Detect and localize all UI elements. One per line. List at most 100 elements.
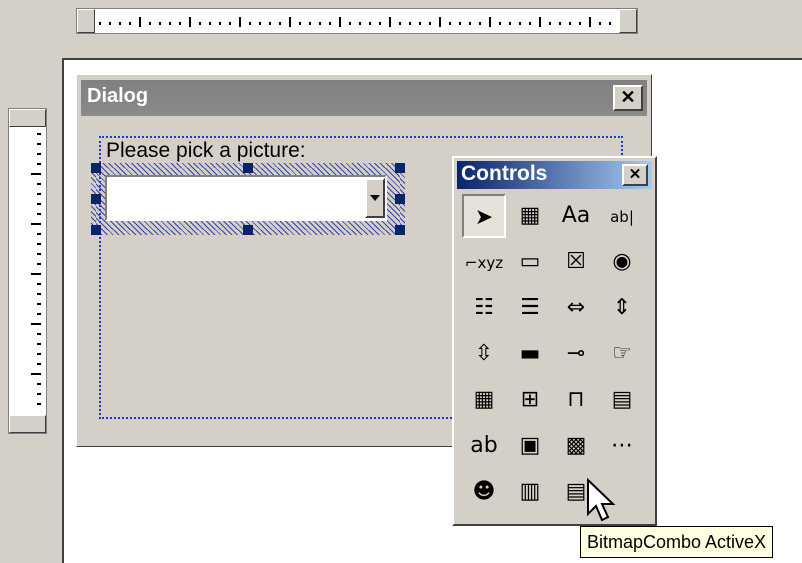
- ruler-tick: [37, 163, 41, 165]
- frame-tool-icon: ⌐xyz: [464, 254, 504, 272]
- mouse-pointer-icon: [587, 478, 616, 522]
- edit-field-tool-icon: ab: [470, 433, 498, 458]
- ruler-tick: [479, 22, 481, 25]
- label-tool-button[interactable]: Aa: [554, 194, 598, 238]
- hyperlink-tool-icon: ☞: [612, 341, 632, 366]
- ruler-tick: [129, 22, 131, 25]
- image-tool-icon: ▦: [519, 203, 541, 228]
- progressbar-tool-button[interactable]: ▬: [508, 332, 552, 376]
- textbox-tool-icon: ab|: [610, 208, 634, 226]
- ruler-tick: [31, 223, 41, 225]
- ruler-tick: [379, 22, 381, 25]
- resize-handle[interactable]: [91, 194, 101, 204]
- grid-tool-button[interactable]: ▩: [554, 424, 598, 468]
- ruler-tick: [37, 313, 41, 315]
- ruler-tick: [37, 403, 41, 405]
- resize-handle[interactable]: [395, 194, 405, 204]
- combobox-tool-button[interactable]: ☰: [508, 286, 552, 330]
- ruler-tick: [299, 22, 301, 25]
- listbox-tool-button[interactable]: ☷: [462, 286, 506, 330]
- option-button-tool-icon: ◉: [612, 249, 632, 274]
- ruler-tick: [599, 22, 601, 25]
- ruler-tick: [119, 22, 121, 25]
- scrollbar-tool-button[interactable]: ⇔: [554, 286, 598, 330]
- ruler-tick: [31, 323, 41, 325]
- ruler-bottom-marker[interactable]: [9, 415, 46, 433]
- picture-tool-icon: ▣: [519, 433, 541, 458]
- ruler-right-marker[interactable]: [619, 9, 637, 33]
- ruler-tick: [37, 233, 41, 235]
- ruler-tick: [31, 173, 41, 175]
- image-tool-button[interactable]: ▦: [508, 194, 552, 238]
- combobox-tool-icon: ☰: [520, 295, 540, 320]
- ruler-tick: [259, 22, 261, 25]
- imagelist-tool-button[interactable]: ▥: [508, 470, 552, 514]
- controls-title: Controls: [461, 162, 548, 185]
- treeview-tool-button[interactable]: ⊞: [508, 378, 552, 422]
- ellipsis-tool-icon: ⋯: [611, 433, 633, 458]
- ruler-tick: [419, 22, 421, 25]
- hyperlink-tool-button[interactable]: ☞: [600, 332, 644, 376]
- resize-handle[interactable]: [395, 225, 405, 235]
- spinbutton-tool-button[interactable]: ⇕: [600, 286, 644, 330]
- slider-tool-button[interactable]: ⊸: [554, 332, 598, 376]
- vscroll-tool-button[interactable]: ⇳: [462, 332, 506, 376]
- ruler-left-marker[interactable]: [77, 9, 95, 33]
- resize-handle[interactable]: [91, 225, 101, 235]
- button-tool-icon: ▭: [519, 249, 541, 274]
- grid-tool-icon: ▩: [565, 433, 587, 458]
- picture-tool-button[interactable]: ▣: [508, 424, 552, 468]
- vertical-ruler[interactable]: [8, 108, 47, 434]
- ruler-tick: [37, 213, 41, 215]
- ruler-top-marker[interactable]: [9, 109, 46, 127]
- ruler-tick: [439, 17, 441, 27]
- ruler-tick: [37, 393, 41, 395]
- resize-handle[interactable]: [243, 163, 253, 173]
- agent-tool-button[interactable]: ☻: [462, 470, 506, 514]
- button-tool-button[interactable]: ▭: [508, 240, 552, 284]
- dialog-close-button[interactable]: ✕: [613, 85, 643, 111]
- ruler-tick: [199, 22, 201, 25]
- ruler-tick: [309, 22, 311, 25]
- dialog-title: Dialog: [87, 85, 149, 107]
- ruler-tick: [37, 303, 41, 305]
- ruler-tick: [569, 22, 571, 25]
- ruler-tick: [609, 22, 611, 25]
- edit-field-tool-button[interactable]: ab: [462, 424, 506, 468]
- tooltip-text: BitmapCombo ActiveX: [587, 532, 767, 552]
- ruler-tick: [37, 363, 41, 365]
- ellipsis-tool-button[interactable]: ⋯: [600, 424, 644, 468]
- textbox-tool-button[interactable]: ab|: [600, 194, 644, 238]
- close-icon: ✕: [628, 166, 642, 183]
- ruler-tick: [459, 22, 461, 25]
- controls-close-button[interactable]: ✕: [622, 164, 648, 186]
- ruler-tick: [499, 22, 501, 25]
- pointer-tool-button[interactable]: ➤: [462, 194, 506, 238]
- ruler-tick: [469, 22, 471, 25]
- ruler-tick: [109, 22, 111, 25]
- dialog-titlebar[interactable]: Dialog ✕: [81, 80, 647, 116]
- resize-handle[interactable]: [91, 163, 101, 173]
- animation-tool-button[interactable]: ▤: [600, 378, 644, 422]
- checkbox-tool-button[interactable]: ☒: [554, 240, 598, 284]
- tabstrip-tool-button[interactable]: ⊓: [554, 378, 598, 422]
- picture-combobox[interactable]: [105, 175, 387, 221]
- resize-handle[interactable]: [395, 163, 405, 173]
- ruler-tick: [279, 22, 281, 25]
- controls-toolbox[interactable]: Controls ✕ ➤ ▦ Aa ab| ⌐xyz ▭ ☒ ◉ ☷ ☰ ⇔ ⇕ ⇳ ▬ ⊸ ☞ ▦ ⊞ ⊓ ▤ ab ▣…: [452, 156, 657, 526]
- slider-tool-icon: ⊸: [566, 341, 586, 366]
- chevron-down-icon: [370, 195, 380, 201]
- ruler-tick: [549, 22, 551, 25]
- tabstrip-tool-icon: ⊓: [567, 387, 585, 412]
- option-button-tool-button[interactable]: ◉: [600, 240, 644, 284]
- frame-tool-button[interactable]: ⌐xyz: [462, 240, 506, 284]
- horizontal-ruler[interactable]: [76, 8, 638, 34]
- animation-tool-icon: ▤: [611, 387, 633, 412]
- resize-handle[interactable]: [243, 225, 253, 235]
- ruler-tick: [239, 17, 241, 27]
- controls-titlebar[interactable]: Controls ✕: [457, 161, 652, 189]
- ruler-tick: [169, 22, 171, 25]
- calendar-tool-button[interactable]: ▦: [462, 378, 506, 422]
- combo-dropdown-button[interactable]: [365, 178, 385, 218]
- ruler-tick: [149, 22, 151, 25]
